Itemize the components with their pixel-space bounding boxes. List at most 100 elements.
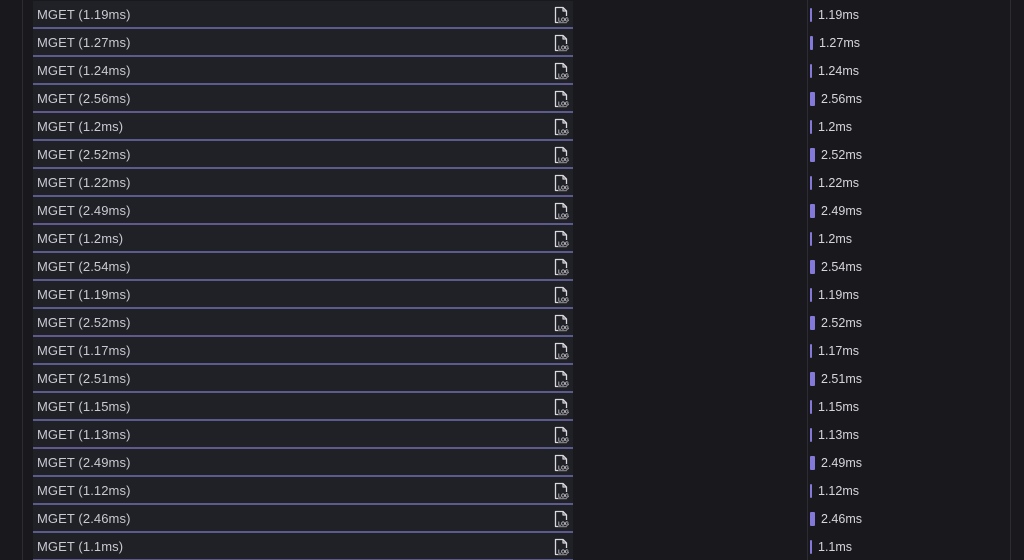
log-file-icon[interactable]: LOG — [552, 454, 570, 472]
log-file-icon[interactable]: LOG — [552, 118, 570, 136]
duration-bar[interactable] — [810, 176, 812, 190]
span-label: MGET (2.52ms) — [37, 315, 131, 330]
log-file-icon[interactable]: LOG — [552, 34, 570, 52]
duration-value: 1.13ms — [818, 428, 859, 442]
svg-text:LOG: LOG — [558, 185, 569, 191]
log-file-icon[interactable]: LOG — [552, 314, 570, 332]
duration-bar[interactable] — [810, 92, 815, 106]
span-row[interactable]: MGET (2.52ms) LOG 2.52ms — [33, 309, 862, 337]
duration-value: 1.12ms — [818, 484, 859, 498]
duration-value: 1.1ms — [818, 540, 853, 554]
span-row[interactable]: MGET (1.15ms) LOG 1.15ms — [33, 393, 859, 421]
span-row[interactable]: MGET (1.19ms) LOG 1.19ms — [33, 281, 859, 309]
span-label: MGET (1.27ms) — [37, 35, 131, 50]
span-row[interactable]: MGET (1.13ms) LOG 1.13ms — [33, 421, 859, 449]
span-label: MGET (2.49ms) — [37, 203, 131, 218]
span-row[interactable]: MGET (1.17ms) LOG 1.17ms — [33, 337, 859, 365]
span-row[interactable]: MGET (1.1ms) LOG 1.1ms — [33, 533, 852, 560]
svg-text:LOG: LOG — [558, 129, 569, 135]
duration-bar[interactable] — [810, 372, 815, 386]
duration-value: 2.46ms — [821, 512, 862, 526]
log-file-icon[interactable]: LOG — [552, 286, 570, 304]
duration-bar[interactable] — [810, 456, 815, 470]
duration-value: 1.15ms — [818, 400, 859, 414]
duration-bar[interactable] — [810, 428, 812, 442]
log-file-icon[interactable]: LOG — [552, 146, 570, 164]
log-file-icon[interactable]: LOG — [552, 370, 570, 388]
span-row[interactable]: MGET (1.27ms) LOG 1.27ms — [33, 29, 860, 57]
duration-bar[interactable] — [810, 120, 812, 134]
duration-bar[interactable] — [810, 232, 812, 246]
log-file-icon[interactable]: LOG — [552, 258, 570, 276]
log-file-icon[interactable]: LOG — [552, 90, 570, 108]
log-file-icon[interactable]: LOG — [552, 398, 570, 416]
svg-text:LOG: LOG — [558, 73, 569, 79]
span-row[interactable]: MGET (2.52ms) LOG 2.52ms — [33, 141, 862, 169]
trace-waterfall-panel: MGET (1.19ms) LOG 1.19ms MGET (1.27ms) L… — [0, 0, 1024, 560]
span-label: MGET (2.56ms) — [37, 91, 131, 106]
log-file-icon[interactable]: LOG — [552, 6, 570, 24]
log-file-icon[interactable]: LOG — [552, 510, 570, 528]
log-file-icon[interactable]: LOG — [552, 342, 570, 360]
duration-bar[interactable] — [810, 344, 812, 358]
span-row[interactable]: MGET (2.54ms) LOG 2.54ms — [33, 253, 862, 281]
svg-text:LOG: LOG — [558, 269, 569, 275]
duration-bar[interactable] — [810, 512, 815, 526]
log-file-icon[interactable]: LOG — [552, 62, 570, 80]
span-label: MGET (1.19ms) — [37, 7, 131, 22]
span-label: MGET (1.12ms) — [37, 483, 131, 498]
span-row[interactable]: MGET (2.49ms) LOG 2.49ms — [33, 449, 862, 477]
duration-value: 1.19ms — [818, 288, 859, 302]
duration-bar[interactable] — [810, 484, 812, 498]
svg-text:LOG: LOG — [558, 409, 569, 415]
svg-text:LOG: LOG — [558, 213, 569, 219]
log-file-icon[interactable]: LOG — [552, 482, 570, 500]
log-file-icon[interactable]: LOG — [552, 174, 570, 192]
span-label: MGET (2.49ms) — [37, 455, 131, 470]
svg-text:LOG: LOG — [558, 381, 569, 387]
span-label: MGET (1.15ms) — [37, 399, 131, 414]
duration-value: 1.17ms — [818, 344, 859, 358]
span-row[interactable]: MGET (1.2ms) LOG 1.2ms — [33, 113, 852, 141]
span-row[interactable]: MGET (1.24ms) LOG 1.24ms — [33, 57, 859, 85]
duration-value: 2.51ms — [821, 372, 862, 386]
log-file-icon[interactable]: LOG — [552, 538, 570, 556]
svg-text:LOG: LOG — [558, 101, 569, 107]
duration-value: 1.19ms — [818, 8, 859, 22]
duration-bar[interactable] — [810, 316, 815, 330]
span-list: MGET (1.19ms) LOG 1.19ms MGET (1.27ms) L… — [33, 1, 1023, 560]
duration-bar[interactable] — [810, 36, 813, 50]
duration-value: 1.22ms — [818, 176, 859, 190]
span-label: MGET (1.17ms) — [37, 343, 131, 358]
duration-bar[interactable] — [810, 540, 812, 554]
span-label: MGET (1.1ms) — [37, 539, 124, 554]
duration-bar[interactable] — [810, 204, 815, 218]
duration-bar[interactable] — [810, 148, 815, 162]
duration-value: 2.49ms — [821, 456, 862, 470]
log-file-icon[interactable]: LOG — [552, 230, 570, 248]
svg-text:LOG: LOG — [558, 493, 569, 499]
svg-text:LOG: LOG — [558, 45, 569, 51]
log-file-icon[interactable]: LOG — [552, 426, 570, 444]
svg-text:LOG: LOG — [558, 241, 569, 247]
duration-bar[interactable] — [810, 288, 812, 302]
duration-bar[interactable] — [810, 8, 812, 22]
duration-bar[interactable] — [810, 64, 812, 78]
span-row[interactable]: MGET (1.2ms) LOG 1.2ms — [33, 225, 852, 253]
span-row[interactable]: MGET (1.12ms) LOG 1.12ms — [33, 477, 859, 505]
span-row[interactable]: MGET (1.22ms) LOG 1.22ms — [33, 169, 859, 197]
span-row[interactable]: MGET (2.49ms) LOG 2.49ms — [33, 197, 862, 225]
log-file-icon[interactable]: LOG — [552, 202, 570, 220]
span-label: MGET (2.51ms) — [37, 371, 131, 386]
span-row[interactable]: MGET (2.56ms) LOG 2.56ms — [33, 85, 862, 113]
span-row[interactable]: MGET (1.19ms) LOG 1.19ms — [33, 1, 859, 29]
duration-bar[interactable] — [810, 400, 812, 414]
svg-text:LOG: LOG — [558, 353, 569, 359]
span-row[interactable]: MGET (2.46ms) LOG 2.46ms — [33, 505, 862, 533]
duration-value: 2.49ms — [821, 204, 862, 218]
duration-value: 2.54ms — [821, 260, 862, 274]
left-gutter — [0, 0, 23, 560]
duration-bar[interactable] — [810, 260, 815, 274]
duration-value: 2.56ms — [821, 92, 862, 106]
span-row[interactable]: MGET (2.51ms) LOG 2.51ms — [33, 365, 862, 393]
